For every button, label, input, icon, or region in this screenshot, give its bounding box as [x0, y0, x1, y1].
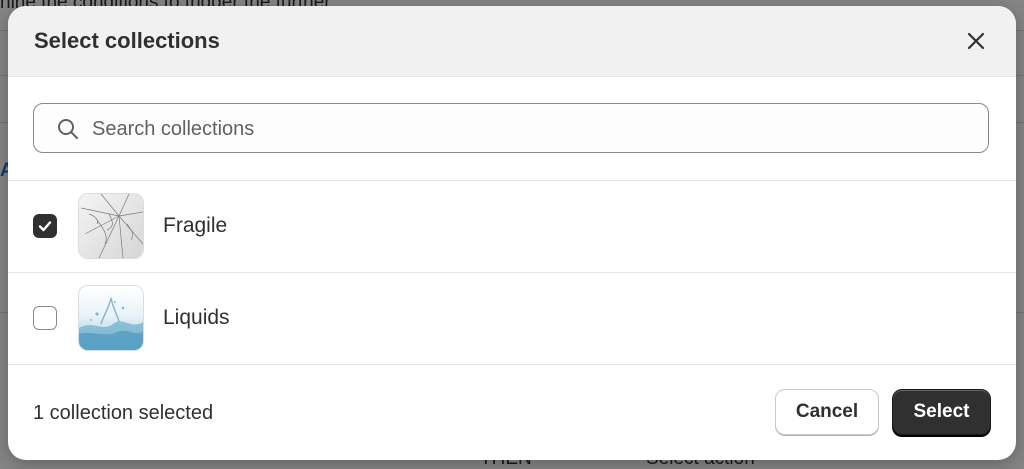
collection-label: Liquids [163, 306, 230, 329]
close-icon [967, 32, 985, 50]
cancel-button[interactable]: Cancel [775, 389, 879, 435]
collection-row-liquids[interactable]: Liquids [8, 273, 1016, 365]
checkbox-checked[interactable] [33, 214, 57, 238]
cracked-glass-thumbnail [78, 193, 144, 259]
water-splash-thumbnail [78, 285, 144, 351]
select-button[interactable]: Select [892, 389, 991, 435]
cracked-glass-image [79, 194, 143, 258]
selection-count: 1 collection selected [33, 402, 214, 424]
select-collections-modal: Select collections Search collections Fr… [8, 6, 1016, 460]
search-icon [58, 119, 78, 139]
search-section [8, 77, 1016, 181]
checkmark-icon [38, 221, 52, 232]
close-button[interactable] [962, 27, 990, 55]
checkbox-unchecked[interactable] [33, 306, 57, 330]
modal-footer: 1 collection selected Cancel Select [8, 365, 1016, 460]
modal-title: Select collections [34, 28, 220, 53]
search-input[interactable] [90, 112, 974, 146]
search-field[interactable] [33, 103, 989, 153]
water-splash-image [79, 286, 143, 350]
collection-label: Fragile [163, 214, 228, 237]
modal-header: Select collections [8, 6, 1016, 77]
collection-row-fragile[interactable]: Fragile [8, 181, 1016, 273]
